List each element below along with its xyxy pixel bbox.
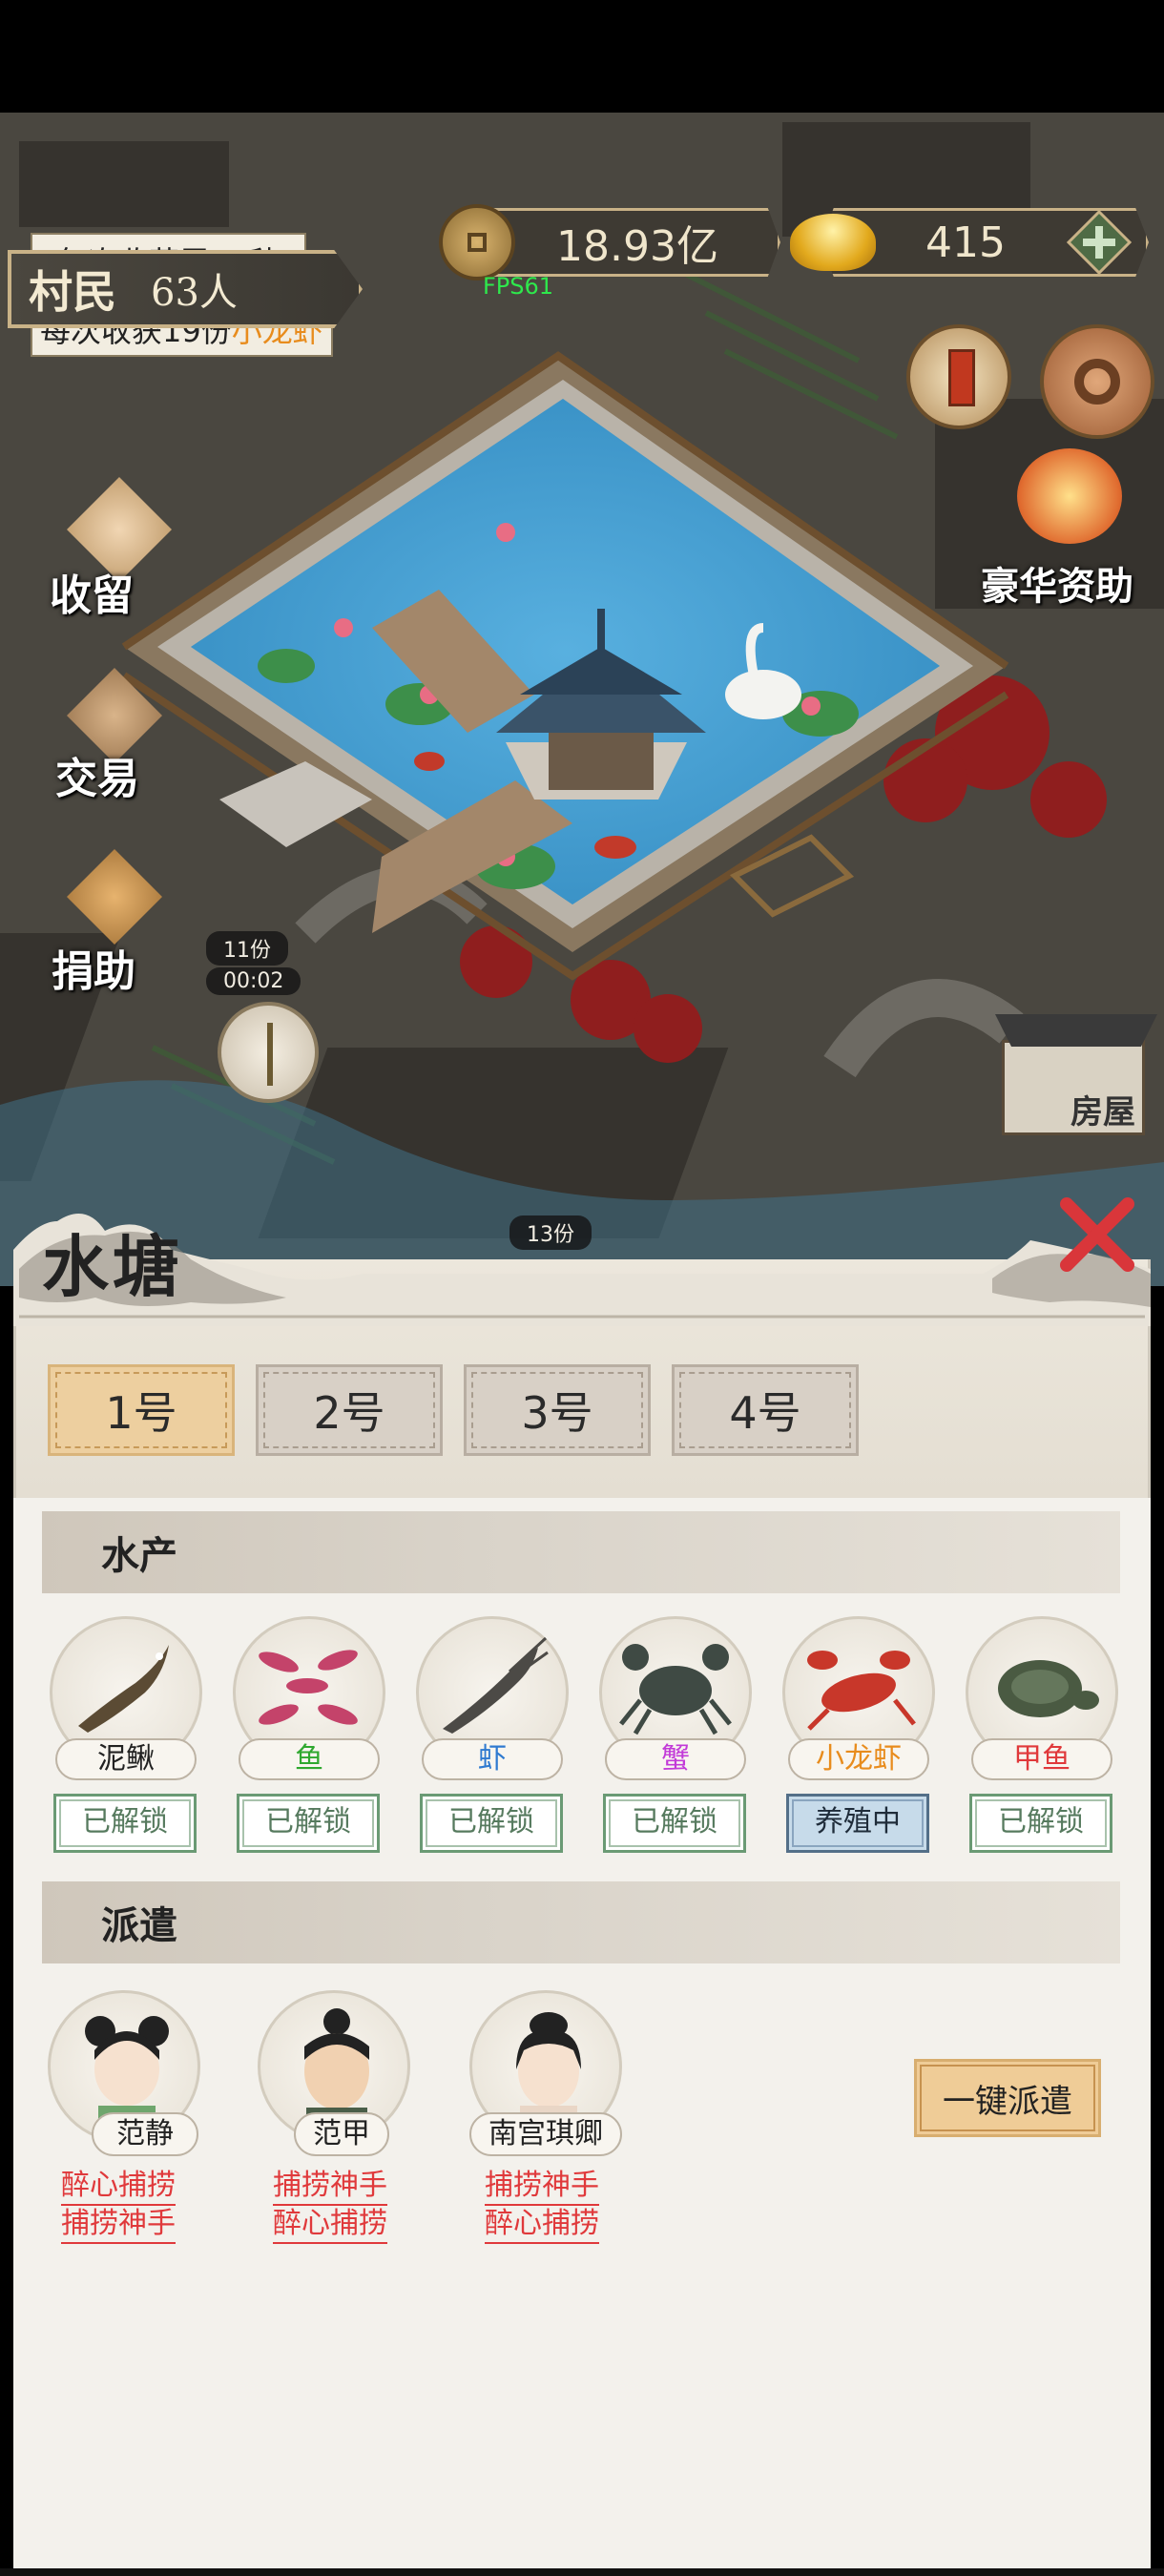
character-trait: 捕捞神手	[485, 2168, 599, 2206]
dispatch-all-button[interactable]: 一键派遣	[914, 2059, 1101, 2137]
trade-button[interactable]: 交易	[38, 668, 181, 811]
species-status-loach[interactable]: 已解锁	[53, 1794, 197, 1853]
character-name: 范甲	[294, 2112, 389, 2156]
status-bar-area	[0, 0, 1164, 113]
turtle-icon	[998, 1660, 1099, 1717]
aquatic-section-header: 水产	[42, 1511, 1120, 1593]
species-name: 蟹	[605, 1738, 746, 1780]
character-trait: 捕捞神手	[61, 2206, 176, 2244]
gold-ingot-icon	[790, 214, 876, 271]
species-status-turtle[interactable]: 已解锁	[969, 1794, 1112, 1853]
character-trait: 醉心捕捞	[485, 2206, 599, 2244]
screen-bottom-edge	[0, 2568, 1164, 2576]
species-name: 泥鳅	[55, 1738, 197, 1780]
villager-counter: 村民 63人	[8, 250, 363, 328]
coin-amount: 18.93亿	[556, 222, 718, 271]
species-turtle[interactable]: 甲鱼	[966, 1616, 1118, 1788]
wheat-crop-icon[interactable]	[218, 1002, 319, 1103]
donate-box-icon	[67, 849, 162, 945]
settings-gear-icon[interactable]	[1040, 324, 1154, 439]
species-name: 虾	[422, 1738, 563, 1780]
villager-count: 63人	[151, 271, 238, 315]
copper-coin-icon	[439, 204, 515, 280]
character-trait: 捕捞神手	[273, 2168, 387, 2206]
house-button[interactable]: 房屋	[992, 1014, 1157, 1164]
aquatic-section-title: 水产	[101, 1533, 177, 1578]
luxury-aid-label: 豪华资助	[981, 564, 1133, 609]
villager-label: 村民	[29, 266, 116, 318]
species-status-shrimp[interactable]: 已解锁	[420, 1794, 563, 1853]
treasure-icon	[1017, 448, 1122, 544]
character-trait: 醉心捕捞	[273, 2206, 387, 2244]
species-crab[interactable]: 蟹	[599, 1616, 752, 1788]
close-icon[interactable]	[1053, 1191, 1141, 1278]
tab-pond-4[interactable]: 4号	[672, 1364, 859, 1456]
species-status-crayfish[interactable]: 养殖中	[786, 1794, 929, 1853]
shelter-button[interactable]: 收留	[38, 477, 181, 630]
farm-yield-count: 11份	[206, 931, 288, 966]
fps-counter: FPS61	[483, 273, 554, 300]
dispatch-section-header: 派遣	[42, 1881, 1120, 1963]
shelter-label: 收留	[50, 571, 134, 620]
tab-pond-1[interactable]: 1号	[48, 1364, 235, 1456]
gold-amount: 415	[925, 218, 1006, 267]
species-shrimp[interactable]: 虾	[416, 1616, 569, 1788]
luxury-aid-button[interactable]: 豪华资助	[964, 448, 1164, 620]
character-name: 南宫琪卿	[469, 2112, 622, 2156]
crab-icon	[619, 1644, 732, 1735]
species-status-fish[interactable]: 已解锁	[237, 1794, 380, 1853]
add-gold-button[interactable]	[1061, 208, 1137, 277]
species-name: 甲鱼	[971, 1738, 1112, 1780]
donate-button[interactable]: 捐助	[38, 849, 181, 1002]
scroll-icon[interactable]	[906, 324, 1011, 429]
house-label: 房屋	[1070, 1093, 1135, 1132]
dispatch-section-title: 派遣	[101, 1903, 177, 1948]
trade-label: 交易	[55, 755, 139, 803]
loach-icon	[78, 1645, 169, 1733]
fish-icon	[259, 1650, 358, 1725]
tab-pond-3[interactable]: 3号	[464, 1364, 651, 1456]
panel-title: 水塘	[42, 1227, 183, 1306]
donate-label: 捐助	[52, 947, 135, 996]
species-name: 小龙虾	[788, 1738, 929, 1780]
tab-pond-2[interactable]: 2号	[256, 1364, 443, 1456]
farm-yield-timer: 00:02	[206, 967, 301, 995]
plus-icon	[1066, 209, 1133, 276]
species-status-crab[interactable]: 已解锁	[603, 1794, 746, 1853]
species-fish[interactable]: 鱼	[233, 1616, 385, 1788]
crayfish-icon	[807, 1651, 916, 1731]
shrimp-icon	[443, 1636, 549, 1734]
species-loach[interactable]: 泥鳅	[50, 1616, 202, 1788]
character-trait: 醉心捕捞	[61, 2168, 176, 2206]
species-name: 鱼	[239, 1738, 380, 1780]
species-crayfish[interactable]: 小龙虾	[782, 1616, 935, 1788]
character-name: 范静	[92, 2112, 198, 2156]
